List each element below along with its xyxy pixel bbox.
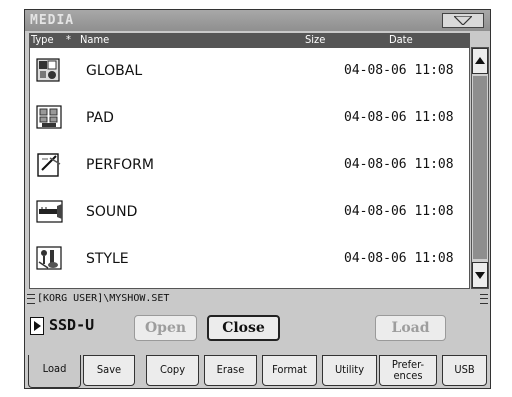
scroll-up-button[interactable] [472, 48, 488, 74]
tab-preferences[interactable]: Prefer- ences [379, 355, 437, 386]
col-name: Name [80, 33, 110, 46]
tab-utility[interactable]: Utility [322, 355, 377, 386]
tab-format[interactable]: Format [262, 355, 317, 386]
tab-load[interactable]: Load [28, 355, 81, 388]
file-name: STYLE [86, 251, 129, 267]
tab-usb[interactable]: USB [442, 355, 487, 386]
file-row-style[interactable]: STYLE 04-08-06 11:08 [30, 236, 469, 282]
device-label[interactable]: SSD-U [49, 316, 94, 334]
tab-save[interactable]: Save [83, 355, 135, 386]
col-size: Size [305, 33, 326, 46]
scroll-thumb[interactable] [473, 76, 487, 259]
tab-label: Save [96, 363, 122, 376]
tab-bar: Load Save Copy Erase Format Utility Pref… [25, 355, 490, 388]
page-menu-button[interactable] [442, 13, 484, 28]
file-row-perform[interactable]: PERFORM 04-08-06 11:08 [30, 142, 469, 188]
global-file-icon [36, 58, 60, 82]
file-date: 04-08-06 11:08 [344, 204, 454, 219]
tab-label: Erase [216, 363, 245, 376]
file-name: GLOBAL [86, 63, 143, 79]
tab-label: Load [42, 362, 67, 375]
tab-copy[interactable]: Copy [146, 355, 199, 386]
file-row-pad[interactable]: PAD 04-08-06 11:08 [30, 95, 469, 141]
file-date: 04-08-06 11:08 [344, 63, 454, 78]
open-button[interactable]: Open [134, 315, 197, 341]
column-header: Type * Name Size Date [29, 33, 470, 47]
col-type: Type [31, 33, 54, 46]
menu-lines-icon [27, 294, 35, 304]
load-button[interactable]: Load [375, 315, 446, 341]
file-date: 04-08-06 11:08 [344, 157, 454, 172]
path-bar: [KORG USER]\MYSHOW.SET [25, 292, 490, 306]
page-title: MEDIA [30, 13, 75, 28]
col-star: * [66, 33, 71, 46]
file-row-global[interactable]: GLOBAL 04-08-06 11:08 [30, 48, 469, 94]
arrow-down-icon [475, 272, 485, 279]
file-name: SOUND [86, 204, 138, 220]
triangle-down-icon [454, 16, 472, 25]
file-list: GLOBAL 04-08-06 11:08 PAD 04-08-06 11:08 [29, 47, 470, 289]
tab-erase[interactable]: Erase [204, 355, 257, 386]
tab-label: Utility [334, 363, 365, 376]
media-page: MEDIA Type * Name Size Date GLOBAL 04-08… [24, 9, 491, 389]
title-bar: MEDIA [25, 10, 490, 31]
device-select-arrow-icon[interactable] [30, 317, 44, 335]
file-date: 04-08-06 11:08 [344, 251, 454, 266]
file-row-sound[interactable]: SOUND 04-08-06 11:08 [30, 189, 469, 235]
file-list-scrollbar[interactable] [471, 47, 489, 289]
menu-lines-icon [480, 294, 488, 304]
close-button[interactable]: Close [207, 315, 280, 341]
style-file-icon [36, 246, 62, 270]
file-name: PAD [86, 110, 114, 126]
sound-file-icon [36, 200, 63, 223]
file-date: 04-08-06 11:08 [344, 110, 454, 125]
tab-label: Copy [159, 363, 186, 376]
scroll-down-button[interactable] [472, 262, 488, 288]
tab-label: Format [272, 363, 307, 376]
tab-label: Prefer- ences [391, 358, 425, 382]
perform-file-icon [37, 153, 61, 177]
col-date: Date [389, 33, 413, 46]
pad-file-icon [36, 105, 62, 129]
tab-label: USB [454, 363, 475, 376]
arrow-up-icon [475, 57, 485, 64]
file-name: PERFORM [86, 157, 154, 173]
current-path: [KORG USER]\MYSHOW.SET [37, 293, 170, 304]
